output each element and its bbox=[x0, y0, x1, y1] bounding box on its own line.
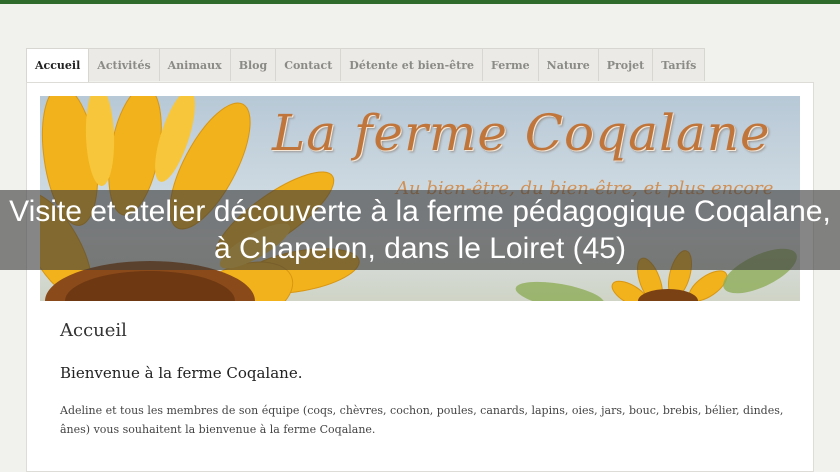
tab-activites[interactable]: Activités bbox=[88, 48, 160, 81]
main-navigation: Accueil Activités Animaux Blog Contact D… bbox=[26, 48, 706, 82]
intro-paragraph: Adeline et tous les membres de son équip… bbox=[60, 404, 784, 436]
welcome-heading: Bienvenue à la ferme Coqalane. bbox=[60, 364, 303, 382]
page-title: Accueil bbox=[60, 320, 127, 341]
tab-nature[interactable]: Nature bbox=[537, 48, 599, 81]
caption-overlay: Visite et atelier découverte à la ferme … bbox=[0, 190, 840, 270]
caption-text: Visite et atelier découverte à la ferme … bbox=[9, 195, 831, 265]
tab-tarifs[interactable]: Tarifs bbox=[652, 48, 706, 81]
banner-title: La ferme Coqalane bbox=[272, 104, 771, 162]
tab-blog[interactable]: Blog bbox=[229, 48, 277, 81]
tab-projet[interactable]: Projet bbox=[597, 48, 654, 81]
top-accent-bar bbox=[0, 0, 840, 4]
tab-contact[interactable]: Contact bbox=[275, 48, 342, 81]
tab-detente[interactable]: Détente et bien-être bbox=[340, 48, 484, 81]
tab-accueil[interactable]: Accueil bbox=[26, 48, 90, 82]
tab-ferme[interactable]: Ferme bbox=[482, 48, 539, 81]
tab-animaux[interactable]: Animaux bbox=[158, 48, 231, 81]
